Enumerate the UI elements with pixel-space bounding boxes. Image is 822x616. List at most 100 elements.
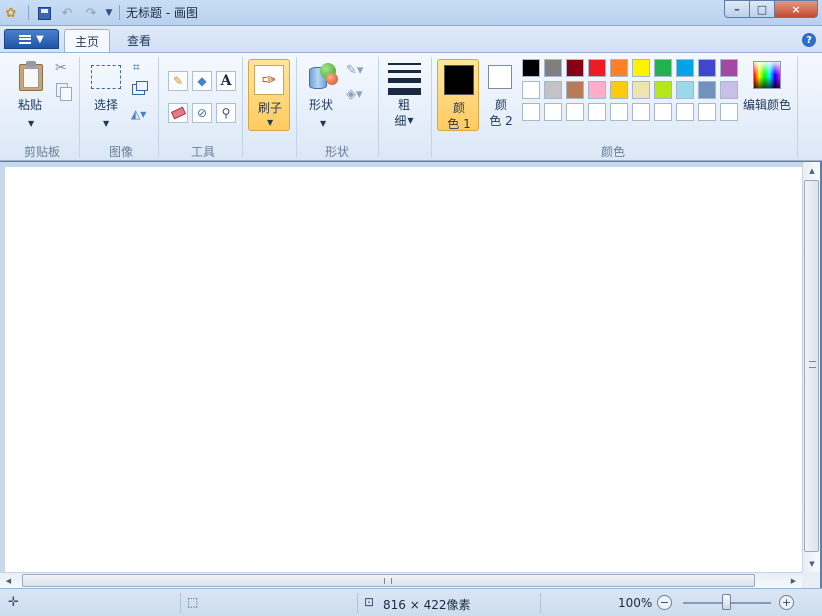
palette-swatch[interactable] [610,103,628,121]
crop-icon[interactable]: ⌗ [133,60,140,75]
color-picker-icon[interactable]: ⊘ [192,103,212,123]
color1-button[interactable]: 颜 色 1 [437,59,479,131]
group-separator [242,57,243,157]
brush-icon: ✑ [254,65,284,95]
palette-swatch[interactable] [676,59,694,77]
color1-swatch [444,65,474,95]
size-icon[interactable] [388,63,421,100]
text-icon[interactable]: A [216,71,236,91]
magnifier-icon[interactable]: ⚲ [216,103,236,123]
edit-colors-label[interactable]: 编辑颜色 [742,97,792,113]
palette-swatch[interactable] [588,81,606,99]
horizontal-scrollbar[interactable]: ◀ ▶ [0,572,802,588]
horizontal-scroll-thumb[interactable] [22,574,755,587]
undo-icon[interactable]: ↶ [58,4,76,22]
palette-swatch[interactable] [566,81,584,99]
zoom-slider-thumb[interactable] [722,594,731,610]
color2-label-line2: 色 2 [489,114,513,128]
close-button[interactable]: × [775,0,818,18]
rotate-icon[interactable]: ◭▾ [131,107,146,121]
palette-swatch[interactable] [588,59,606,77]
palette-swatch[interactable] [676,81,694,99]
edit-colors-icon[interactable] [753,61,781,89]
vertical-scroll-thumb[interactable] [804,180,819,552]
palette-swatch[interactable] [676,103,694,121]
palette-swatch[interactable] [698,81,716,99]
zoom-out-icon[interactable]: − [657,595,672,610]
shapes-icon[interactable] [306,61,340,93]
brushes-button[interactable]: ✑ 刷子 ▼ [248,59,290,131]
palette-swatch[interactable] [566,103,584,121]
palette-swatch[interactable] [632,81,650,99]
paste-dropdown-icon[interactable]: ▼ [28,119,34,128]
select-button-label[interactable]: 选择 [91,97,121,113]
palette-swatch[interactable] [566,59,584,77]
customize-qat-icon[interactable]: ▼ [100,4,118,22]
drawing-canvas[interactable] [5,167,802,572]
status-separator [357,593,358,613]
redo-icon[interactable]: ↷ [82,4,100,22]
palette-swatch[interactable] [544,103,562,121]
scroll-corner [802,572,820,588]
fill-icon[interactable]: ◈▾ [346,87,363,102]
palette-swatch[interactable] [720,59,738,77]
group-separator [378,57,379,157]
color2-button[interactable]: 颜 色 2 [483,59,519,131]
help-icon[interactable]: ? [802,33,816,47]
maximize-button[interactable]: □ [750,0,775,18]
palette-swatch[interactable] [654,81,672,99]
palette-swatch[interactable] [632,59,650,77]
workspace [0,162,802,572]
palette-swatch[interactable] [720,81,738,99]
palette-swatch[interactable] [522,81,540,99]
group-separator [797,57,798,157]
title-bar: ✿ ↶ ↷ ▼ 无标题 - 画图 – □ × [0,0,822,26]
status-separator [540,593,541,613]
tab-view[interactable]: 查看 [118,29,160,52]
clipboard-group-label: 剪贴板 [23,145,60,159]
scroll-up-icon[interactable]: ▲ [803,162,821,179]
palette-swatch[interactable] [698,103,716,121]
size-dropdown-icon: ▼ [407,116,414,125]
select-icon[interactable] [91,65,121,89]
palette-swatch[interactable] [632,103,650,121]
palette-swatch[interactable] [544,59,562,77]
quick-access-separator [28,5,29,20]
outline-icon[interactable]: ✎▾ [346,63,363,78]
window-controls: – □ × [724,0,818,18]
cut-icon[interactable]: ✂ [55,60,67,76]
paste-icon[interactable] [18,61,44,91]
size-button-label[interactable]: 粗 细 ▼ [392,97,416,129]
eraser-icon[interactable] [168,103,188,123]
scroll-right-icon[interactable]: ▶ [785,573,802,589]
palette-swatch[interactable] [522,103,540,121]
paint-menu-button[interactable]: ▼ [4,29,59,49]
palette-swatch[interactable] [588,103,606,121]
palette-swatch[interactable] [720,103,738,121]
scroll-left-icon[interactable]: ◀ [0,573,17,589]
palette-swatch[interactable] [544,81,562,99]
palette-swatch[interactable] [698,59,716,77]
zoom-in-icon[interactable]: + [779,595,794,610]
paint-palette-icon[interactable]: ✿ [2,4,20,22]
paste-button-label[interactable]: 粘贴 [14,97,46,113]
tab-home[interactable]: 主页 [64,29,110,52]
palette-swatch[interactable] [654,59,672,77]
minimize-button[interactable]: – [724,0,750,18]
resize-icon[interactable] [132,81,148,95]
palette-swatch[interactable] [654,103,672,121]
scroll-grip-icon [384,578,392,584]
select-dropdown-icon[interactable]: ▼ [103,119,109,128]
palette-swatch[interactable] [522,59,540,77]
palette-swatch[interactable] [610,59,628,77]
copy-icon[interactable] [56,83,72,101]
vertical-scrollbar[interactable]: ▲ ▼ [802,162,820,572]
shapes-button-label[interactable]: 形状 [302,97,340,113]
pencil-icon[interactable]: ✎ [168,71,188,91]
fill-bucket-icon[interactable]: ◆ [192,71,212,91]
palette-swatch[interactable] [610,81,628,99]
ribbon-tab-row: ▼ 主页 查看 ? [0,26,822,52]
shapes-dropdown-icon[interactable]: ▼ [320,119,326,128]
scroll-down-icon[interactable]: ▼ [803,555,821,572]
save-icon[interactable] [35,4,53,22]
